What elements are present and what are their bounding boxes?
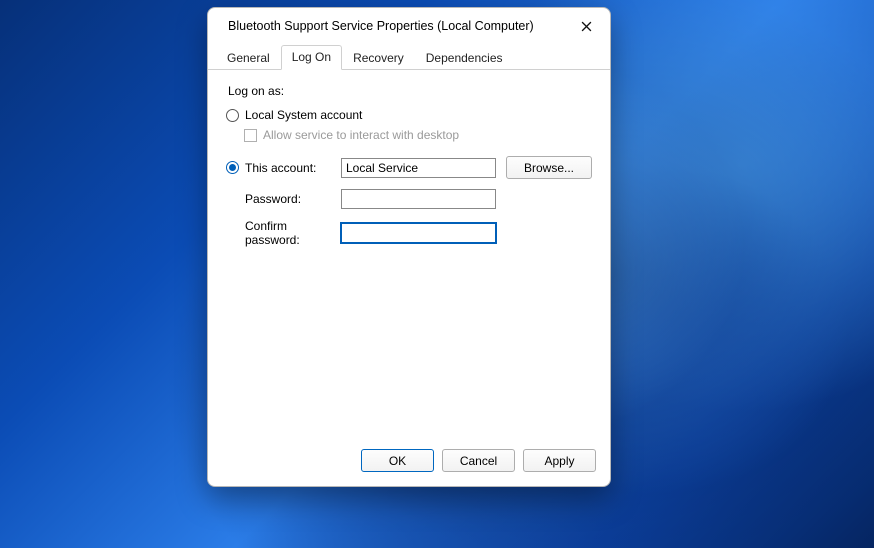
close-icon [581, 21, 592, 32]
this-account-label: This account: [245, 161, 316, 175]
ok-button[interactable]: OK [361, 449, 434, 472]
this-account-radio[interactable] [226, 161, 239, 174]
tab-dependencies[interactable]: Dependencies [415, 46, 514, 70]
close-button[interactable] [570, 12, 602, 40]
password-label: Password: [226, 192, 331, 206]
tab-recovery[interactable]: Recovery [342, 46, 415, 70]
local-system-label: Local System account [245, 108, 362, 122]
confirm-password-input[interactable] [341, 223, 496, 243]
tab-strip: General Log On Recovery Dependencies [208, 44, 610, 70]
dialog-title: Bluetooth Support Service Properties (Lo… [228, 19, 570, 33]
apply-button[interactable]: Apply [523, 449, 596, 472]
cancel-button[interactable]: Cancel [442, 449, 515, 472]
interact-label: Allow service to interact with desktop [263, 128, 459, 142]
confirm-password-label: Confirm password: [226, 219, 331, 247]
tab-general[interactable]: General [216, 46, 281, 70]
interact-row: Allow service to interact with desktop [244, 128, 592, 142]
account-input[interactable] [341, 158, 496, 178]
password-input[interactable] [341, 189, 496, 209]
interact-checkbox[interactable] [244, 129, 257, 142]
logon-as-label: Log on as: [228, 84, 592, 98]
this-account-row: This account: [226, 161, 331, 175]
local-system-radio[interactable] [226, 109, 239, 122]
titlebar: Bluetooth Support Service Properties (Lo… [208, 8, 610, 44]
browse-button[interactable]: Browse... [506, 156, 592, 179]
tab-logon[interactable]: Log On [281, 45, 342, 70]
dialog-footer: OK Cancel Apply [208, 439, 610, 486]
service-properties-dialog: Bluetooth Support Service Properties (Lo… [207, 7, 611, 487]
account-form: This account: Browse... Password: Confir… [226, 156, 592, 247]
local-system-row: Local System account [226, 108, 592, 122]
tab-content: Log on as: Local System account Allow se… [208, 70, 610, 439]
